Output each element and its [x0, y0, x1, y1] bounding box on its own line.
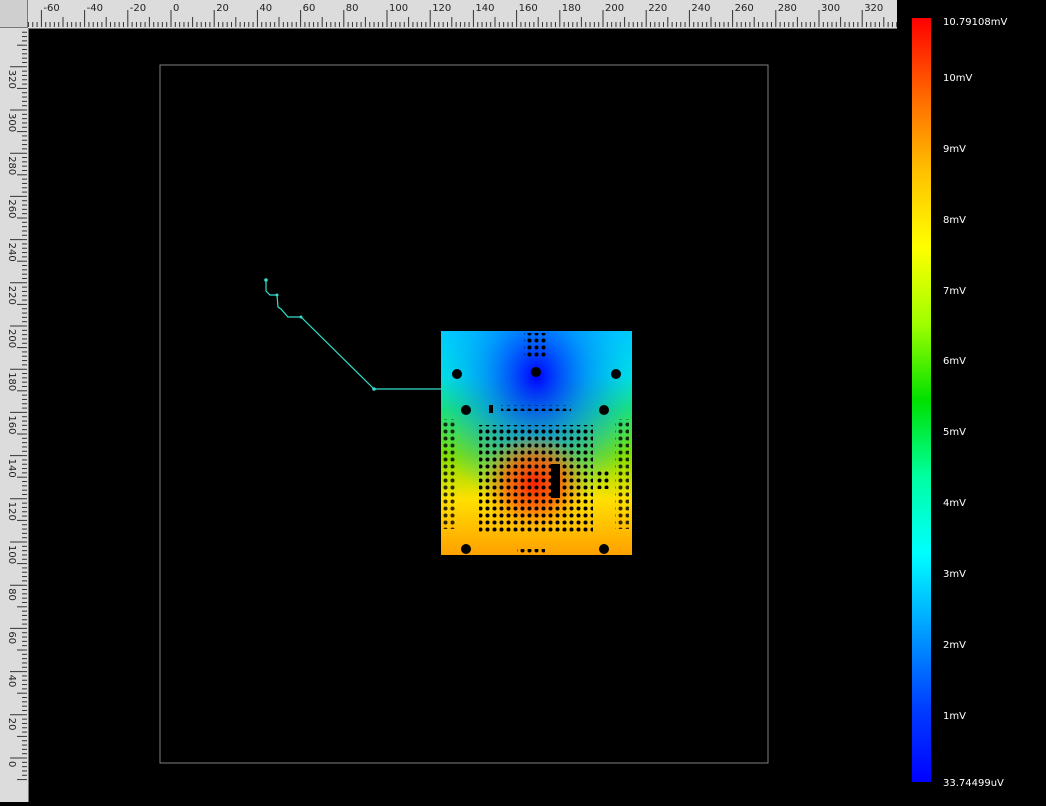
ruler-label: 300: [6, 113, 17, 132]
ruler-label: 200: [6, 329, 17, 348]
colorbar-tick-label: 8mV: [943, 215, 966, 226]
ruler-label: 140: [6, 459, 17, 478]
ruler-label: 120: [6, 502, 17, 521]
ruler-label: 320: [864, 3, 883, 14]
colorbar-tick-label: 1mV: [943, 711, 966, 722]
ruler-label: -60: [43, 3, 59, 14]
ruler-label: 120: [432, 3, 451, 14]
ruler-label: 80: [346, 3, 359, 14]
voltage-heatmap[interactable]: [441, 331, 632, 555]
ruler-label: 160: [519, 3, 538, 14]
trace-node: [275, 293, 279, 297]
colorbar-tick-label: 9mV: [943, 144, 966, 155]
ruler-label: 0: [173, 3, 179, 14]
ruler-label: 200: [605, 3, 624, 14]
trace-node: [264, 278, 268, 282]
trace-node: [299, 315, 303, 319]
ruler-label: -20: [130, 3, 146, 14]
ruler-top[interactable]: -60 -40 -20 0 20 40 60 80 100 120 140 160 180 200 220 2…: [28, 0, 897, 29]
ruler-left-scale: 3203002802602402202001801601401201008060…: [6, 31, 27, 781]
plot-canvas[interactable]: [29, 29, 897, 802]
ruler-label: 60: [6, 631, 17, 644]
ruler-label: 220: [648, 3, 667, 14]
colorbar-tick-label: 3mV: [943, 569, 966, 580]
colorbar-max-label: 10.79108mV: [943, 17, 1008, 28]
ruler-label: 300: [821, 3, 840, 14]
colorbar-panel: 10.79108mV 10mV 9mV 8mV 7mV 6mV 5mV 4mV …: [897, 0, 1046, 802]
ruler-label: 180: [6, 372, 17, 391]
ruler-corner: [0, 0, 28, 28]
plot-svg: [159, 64, 769, 764]
colorbar-gradient: [912, 18, 931, 782]
colorbar-tick-label: 2mV: [943, 640, 966, 651]
colorbar-min-label: 33.74499uV: [943, 778, 1004, 789]
trace-node: [372, 387, 376, 391]
colorbar-tick-label: 4mV: [943, 498, 966, 509]
ruler-label: 280: [6, 156, 17, 175]
ruler-label: 220: [6, 286, 17, 305]
ruler-label: 280: [778, 3, 797, 14]
colorbar-tick-label: 6mV: [943, 356, 966, 367]
colorbar-tick-label: 10mV: [943, 73, 973, 84]
ruler-label: 20: [216, 3, 229, 14]
ruler-label: -40: [87, 3, 103, 14]
ruler-label: 40: [6, 675, 17, 688]
ruler-label: 40: [259, 3, 272, 14]
ruler-label: 240: [691, 3, 710, 14]
trace-line[interactable]: [265, 280, 441, 390]
ruler-label: 20: [6, 718, 17, 731]
ruler-left[interactable]: 320 300 280 260 240 220 200 180 160 140 120 100 80 60…: [0, 28, 29, 802]
colorbar-tick-label: 5mV: [943, 427, 966, 438]
ruler-label: 260: [735, 3, 754, 14]
ruler-label: 320: [6, 70, 17, 89]
ruler-label: 0: [6, 761, 17, 767]
colorbar-tick-label: 7mV: [943, 286, 966, 297]
ruler-label: 140: [475, 3, 494, 14]
ruler-label: 100: [389, 3, 408, 14]
ruler-label: 240: [6, 243, 17, 262]
ruler-label: 80: [6, 588, 17, 601]
ruler-label: 60: [303, 3, 316, 14]
ruler-top-scale: -60 -40 -20 0 20 40 60 80 100 120 140 160 180 200 220 2…: [28, 3, 897, 27]
ruler-label: 100: [6, 545, 17, 564]
ruler-label: 160: [6, 415, 17, 434]
ruler-label: 260: [6, 199, 17, 218]
ruler-label: 180: [562, 3, 581, 14]
